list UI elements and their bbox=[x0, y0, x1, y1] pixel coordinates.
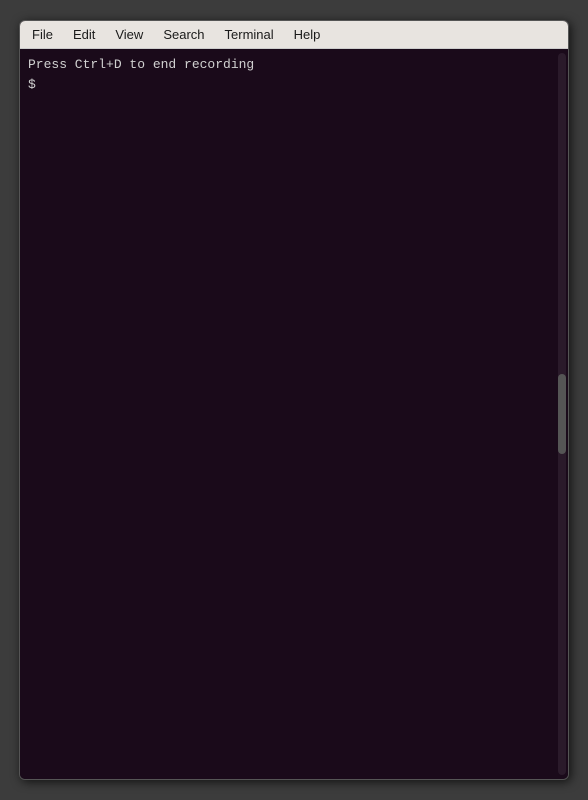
menu-edit[interactable]: Edit bbox=[65, 25, 103, 44]
menu-terminal[interactable]: Terminal bbox=[217, 25, 282, 44]
scrollbar-thumb[interactable] bbox=[558, 374, 566, 454]
menu-file[interactable]: File bbox=[24, 25, 61, 44]
menu-help[interactable]: Help bbox=[286, 25, 329, 44]
menu-search[interactable]: Search bbox=[155, 25, 212, 44]
terminal-line-1: Press Ctrl+D to end recording bbox=[28, 55, 560, 75]
terminal-window: File Edit View Search Terminal Help Pres… bbox=[19, 20, 569, 780]
terminal-prompt: $ bbox=[28, 75, 560, 95]
terminal-body[interactable]: Press Ctrl+D to end recording $ bbox=[20, 49, 568, 779]
scrollbar-track[interactable] bbox=[558, 53, 566, 775]
menu-view[interactable]: View bbox=[107, 25, 151, 44]
menubar: File Edit View Search Terminal Help bbox=[20, 21, 568, 49]
